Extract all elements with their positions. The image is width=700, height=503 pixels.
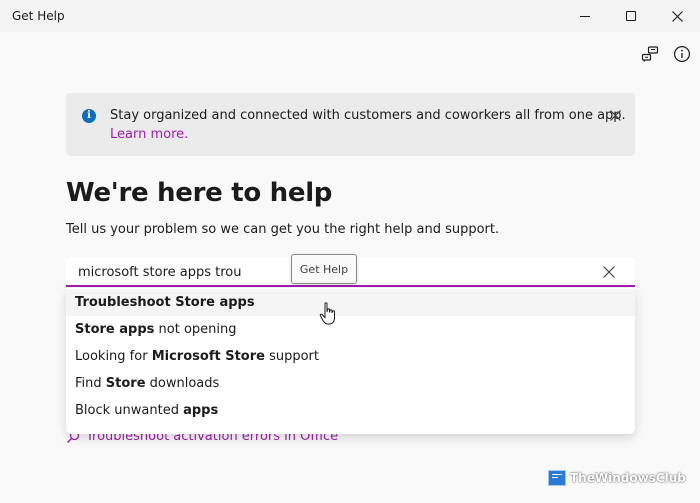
suggestion-text: Looking for [75, 349, 152, 364]
close-icon [603, 266, 615, 278]
suggestion-item[interactable]: Looking for Microsoft Store support [66, 343, 635, 370]
maximize-icon [626, 11, 636, 21]
clear-search-button[interactable] [601, 264, 617, 280]
watermark-logo-icon [548, 470, 566, 486]
suggestion-text: not opening [154, 322, 237, 337]
suggestion-item[interactable]: Find Store downloads [66, 370, 635, 397]
hand-cursor-icon [319, 302, 335, 325]
suggestion-text: Block unwanted [75, 403, 184, 418]
suggestion-text: downloads [145, 376, 220, 391]
suggestion-item[interactable]: Block unwanted apps [66, 397, 635, 424]
suggestion-list: Troubleshoot Store apps Store apps not o… [66, 288, 635, 434]
minimize-icon [580, 15, 590, 17]
watermark: TheWindowsClub [548, 470, 686, 486]
suggestion-text: Find [75, 376, 106, 391]
about-button[interactable] [672, 44, 692, 64]
close-window-button[interactable] [654, 0, 700, 32]
suggestion-text: Troubleshoot Store apps [75, 295, 255, 310]
feedback-button[interactable] [640, 44, 660, 64]
suggestion-text: apps [183, 403, 219, 418]
suggestion-item[interactable]: Troubleshoot Store apps [66, 289, 635, 316]
banner-message: Stay organized and connected with custom… [110, 108, 626, 123]
suggestion-text: Microsoft Store [151, 349, 265, 364]
learn-more-link[interactable]: Learn more. [110, 127, 188, 142]
close-icon [671, 10, 683, 22]
page-subtitle: Tell us your problem so we can get you t… [66, 222, 500, 237]
info-banner: i Stay organized and connected with cust… [66, 93, 635, 156]
close-icon [609, 109, 621, 121]
title-bar: Get Help [0, 0, 700, 32]
page-title: We're here to help [66, 178, 333, 208]
suggestion-text: Store apps [75, 322, 155, 337]
watermark-text: TheWindowsClub [570, 471, 686, 485]
feedback-icon [641, 46, 659, 62]
suggestion-item[interactable]: Store apps not opening [66, 316, 635, 343]
info-icon: i [82, 109, 96, 123]
suggestion-text: support [264, 349, 319, 364]
maximize-button[interactable] [608, 0, 654, 32]
info-icon [673, 45, 691, 63]
get-help-tooltip: Get Help [291, 254, 357, 284]
minimize-button[interactable] [562, 0, 608, 32]
suggestion-text: Store [105, 376, 146, 391]
app-title: Get Help [12, 9, 65, 23]
banner-close-button[interactable] [607, 107, 623, 123]
